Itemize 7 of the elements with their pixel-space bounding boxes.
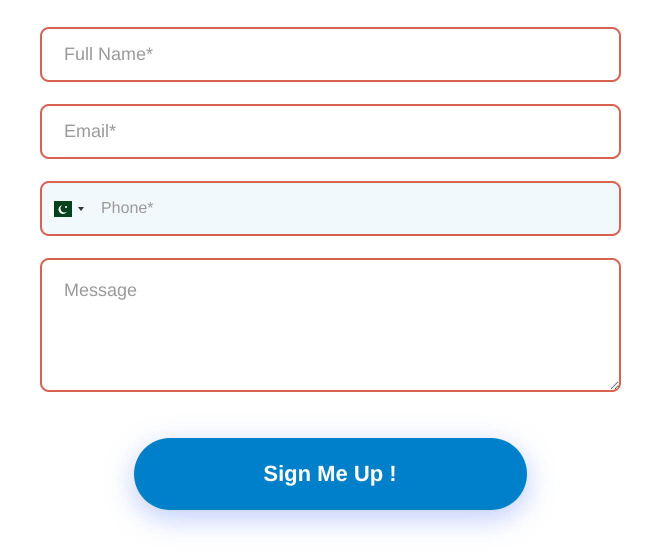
input-field[interactable]: Full Name* bbox=[40, 27, 621, 82]
sign-up-button[interactable]: Sign Me Up ! bbox=[134, 438, 526, 510]
message-field[interactable]: Message bbox=[40, 258, 621, 392]
caret-icon[interactable] bbox=[78, 207, 84, 211]
flag-icon[interactable] bbox=[48, 201, 72, 217]
input-field[interactable]: Email* bbox=[40, 104, 621, 159]
phone-field[interactable]: Phone* bbox=[40, 181, 621, 236]
